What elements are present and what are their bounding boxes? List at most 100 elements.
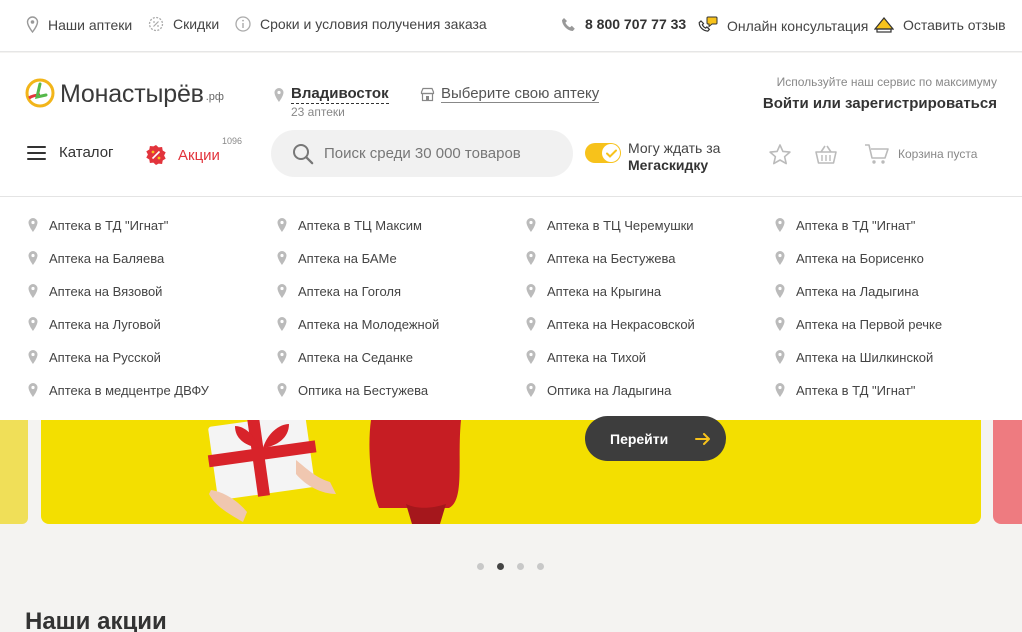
store-icon (420, 87, 435, 101)
slider-dot[interactable] (537, 563, 544, 570)
our-pharmacies-label: Наши аптеки (48, 16, 133, 33)
pharmacy-name: Аптека на Ладыгина (796, 283, 919, 299)
feedback-icon (874, 17, 894, 33)
auth-block: Используйте наш сервис по максимуму Войт… (763, 75, 997, 112)
slider-dot[interactable] (517, 563, 524, 570)
pharmacy-list-item[interactable]: Аптека на Вязовой (27, 283, 162, 299)
header: Монастырёв .рф Владивосток 23 аптеки Выб… (0, 53, 1022, 197)
promo-badge-icon (146, 145, 166, 165)
pharmacy-list-item[interactable]: Аптека на Баляева (27, 250, 164, 266)
order-terms-label: Сроки и условия получения заказа (260, 16, 487, 32)
pharmacy-list-item[interactable]: Оптика на Ладыгина (525, 382, 671, 398)
choose-pharmacy-label: Выберите свою аптеку (441, 85, 600, 103)
pharmacy-list-item[interactable]: Аптека на Ладыгина (774, 283, 919, 299)
location-pin-icon (277, 350, 287, 364)
star-icon[interactable] (768, 143, 792, 167)
slider-dot[interactable] (477, 563, 484, 570)
pharmacy-name: Аптека в ТД "Игнат" (796, 217, 916, 233)
pharmacy-name: Аптека на Седанке (298, 349, 413, 365)
discounts-link[interactable]: Скидки (148, 16, 219, 32)
pharmacy-list-item[interactable]: Аптека в медцентре ДВФУ (27, 382, 209, 398)
banner-next-slide[interactable] (993, 420, 1022, 524)
logo[interactable]: Монастырёв .рф (25, 78, 224, 108)
order-terms-link[interactable]: Сроки и условия получения заказа (235, 16, 487, 32)
pharmacy-list-item[interactable]: Аптека на Луговой (27, 316, 161, 332)
location-pin-icon (526, 251, 536, 265)
location-pin-icon (775, 218, 785, 232)
pharmacy-name: Оптика на Бестужева (298, 382, 429, 398)
logo-name: Монастырёв (60, 80, 204, 108)
pharmacy-name: Аптека на Крыгина (547, 283, 662, 299)
location-pin-icon (28, 317, 38, 331)
promo-banner[interactable] (41, 420, 981, 524)
leave-feedback-link[interactable]: Оставить отзыв (874, 16, 1006, 33)
location-pin-icon (274, 88, 284, 102)
slider-dot[interactable] (497, 563, 504, 570)
location-pin-icon (28, 218, 38, 232)
go-button[interactable]: Перейти (585, 416, 726, 461)
pharmacy-list-item[interactable]: Оптика на Бестужева (276, 382, 428, 398)
online-consult-link[interactable]: Онлайн консультация (698, 16, 868, 35)
pharmacy-list-item[interactable]: Аптека в ТД "Игнат" (774, 382, 915, 398)
pharmacy-name: Аптека на Некрасовской (547, 316, 695, 332)
toggle-knob (602, 144, 620, 162)
search-box[interactable] (271, 130, 573, 177)
pharmacy-list-item[interactable]: Аптека на Седанке (276, 349, 413, 365)
pharmacy-name: Аптека на Луговой (49, 316, 161, 332)
pharmacy-list-item[interactable]: Аптека в ТД "Игнат" (774, 217, 915, 233)
logo-mark-icon (25, 78, 55, 108)
pharmacy-list-item[interactable]: Аптека на Бестужева (525, 250, 676, 266)
pharmacy-name: Аптека на Молодежной (298, 316, 440, 332)
pharmacy-list-item[interactable]: Аптека на БАМе (276, 250, 397, 266)
pharmacy-list-item[interactable]: Аптека на Гоголя (276, 283, 401, 299)
megadiscount-line2: Мегаскидку (628, 157, 709, 173)
pharmacy-list-item[interactable]: Аптека в ТЦ Максим (276, 217, 422, 233)
city-name[interactable]: Владивосток (291, 85, 389, 104)
location-pin-icon (526, 284, 536, 298)
pharmacy-list-item[interactable]: Аптека на Молодежной (276, 316, 439, 332)
basket-icon[interactable] (814, 143, 838, 167)
search-input[interactable] (324, 145, 564, 162)
login-register-link[interactable]: Войти или зарегистрироваться (763, 95, 997, 112)
section-title: Наши акции (25, 608, 167, 632)
pharmacy-list-item[interactable]: Аптека в ТД "Игнат" (27, 217, 168, 233)
location-pin-icon (277, 218, 287, 232)
phone-icon (562, 17, 575, 31)
banner-prev-slide[interactable] (0, 420, 28, 524)
pharmacy-list-item[interactable]: Аптека в ТЦ Черемушки (525, 217, 694, 233)
pharmacy-list-item[interactable]: Аптека на Некрасовской (525, 316, 695, 332)
megadiscount-line1: Могу ждать за (628, 140, 721, 156)
cart-button[interactable]: Корзина пуста (864, 143, 977, 165)
promo-count-badge: 1096 (222, 136, 243, 146)
location-pin-icon (28, 251, 38, 265)
pharmacy-count: 23 аптеки (291, 105, 345, 119)
check-icon (605, 149, 617, 158)
pharmacy-name: Аптека на Гоголя (298, 283, 402, 299)
discounts-label: Скидки (173, 16, 220, 32)
pharmacy-name: Аптека на Тихой (547, 349, 647, 365)
pharmacy-list-item[interactable]: Аптека на Крыгина (525, 283, 661, 299)
chat-icon (698, 16, 718, 32)
slider-dots (477, 563, 557, 570)
phone-link[interactable]: 8 800 707 77 33 (561, 16, 686, 32)
pharmacy-name: Аптека на БАМе (298, 250, 397, 266)
search-icon (293, 143, 314, 164)
our-pharmacies-link[interactable]: Наши аптеки (26, 16, 132, 33)
location-pin-icon (277, 317, 287, 331)
pharmacy-name: Аптека в ТЦ Максим (298, 217, 422, 233)
pharmacy-list-item[interactable]: Аптека на Борисенко (774, 250, 924, 266)
megadiscount-toggle[interactable] (585, 143, 621, 163)
pharmacy-list-item[interactable]: Аптека на Тихой (525, 349, 646, 365)
pharmacy-list-item[interactable]: Аптека на Шилкинской (774, 349, 933, 365)
auth-hint: Используйте наш сервис по максимуму (776, 75, 997, 89)
choose-pharmacy-link[interactable]: Выберите свою аптеку (420, 85, 600, 103)
catalog-button[interactable]: Каталог (27, 144, 114, 161)
cart-icon (865, 144, 889, 164)
promo-link[interactable]: Акции (145, 144, 220, 166)
pharmacy-list-item[interactable]: Аптека на Первой речке (774, 316, 942, 332)
pharmacy-name: Аптека в ТД "Игнат" (49, 217, 169, 233)
pharmacy-list-item[interactable]: Аптека на Русской (27, 349, 161, 365)
location-pin-icon (28, 350, 38, 364)
pharmacy-name: Аптека на Шилкинской (796, 349, 934, 365)
leave-feedback-label: Оставить отзыв (903, 16, 1006, 33)
